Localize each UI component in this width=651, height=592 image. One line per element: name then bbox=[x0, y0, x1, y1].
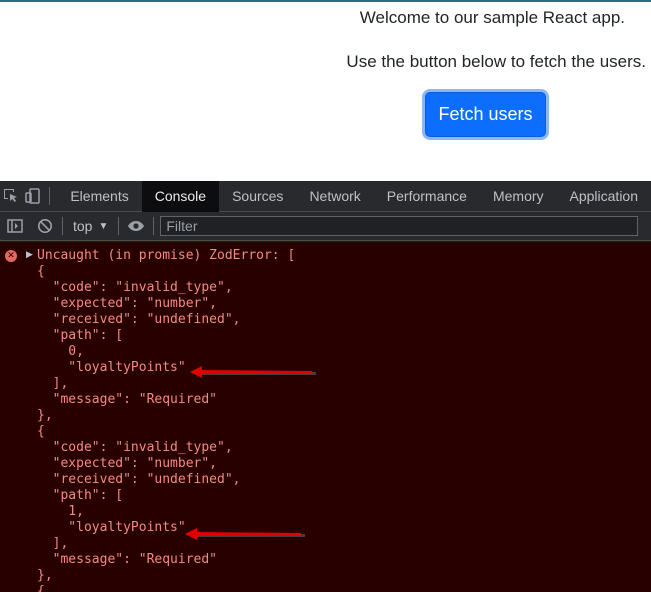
code-line: { bbox=[37, 584, 45, 592]
fetch-users-button[interactable]: Fetch users bbox=[422, 89, 549, 140]
code-line: "expected": "number", bbox=[37, 456, 218, 471]
inspect-element-icon[interactable] bbox=[0, 181, 22, 212]
code-line: { bbox=[37, 424, 45, 439]
toolbar-separator bbox=[62, 217, 63, 235]
code-line: "message": "Required" bbox=[37, 552, 218, 567]
code-line: "expected": "number", bbox=[37, 296, 218, 311]
code-line: "message": "Required" bbox=[37, 392, 218, 407]
code-line: "loyaltyPoints" bbox=[37, 520, 186, 535]
error-icon: ✕ bbox=[5, 250, 17, 262]
chevron-down-icon: ▼ bbox=[98, 220, 109, 232]
context-label: top bbox=[73, 218, 93, 234]
error-message-header[interactable]: Uncaught (in promise) ZodError: [ bbox=[37, 248, 295, 263]
welcome-text: Welcome to our sample React app. bbox=[359, 8, 625, 27]
react-app-page: Welcome to our sample React app. Use the… bbox=[0, 2, 651, 181]
tab-console[interactable]: Console bbox=[141, 180, 220, 212]
code-line: ], bbox=[37, 536, 69, 551]
filter-input[interactable] bbox=[160, 216, 639, 236]
devtools-tab-bar: Elements Console Sources Network Perform… bbox=[0, 180, 651, 212]
tab-application[interactable]: Application bbox=[557, 181, 651, 212]
console-output: ✕ ▶ Uncaught (in promise) ZodError: [ { … bbox=[0, 241, 651, 592]
code-line: { bbox=[37, 264, 45, 279]
code-line: }, bbox=[37, 408, 53, 423]
expand-triangle-icon[interactable]: ▶ bbox=[26, 249, 33, 260]
code-line: }, bbox=[37, 568, 53, 583]
code-line: "received": "undefined", bbox=[37, 312, 241, 327]
toolbar-separator bbox=[153, 217, 155, 235]
tab-network[interactable]: Network bbox=[296, 181, 373, 212]
code-line: "code": "invalid_type", bbox=[37, 440, 233, 455]
code-line: 0, bbox=[37, 344, 84, 359]
code-line: "path": [ bbox=[37, 488, 124, 503]
context-selector[interactable]: top ▼ bbox=[65, 212, 116, 241]
console-toolbar: top ▼ bbox=[0, 212, 651, 241]
code-line: "received": "undefined", bbox=[37, 472, 241, 487]
tab-sources[interactable]: Sources bbox=[219, 181, 296, 212]
code-line: "path": [ bbox=[37, 328, 124, 343]
device-toolbar-icon[interactable] bbox=[22, 181, 44, 212]
show-sidebar-icon[interactable] bbox=[0, 212, 30, 241]
code-line: "code": "invalid_type", bbox=[37, 280, 233, 295]
code-line: ], bbox=[37, 376, 69, 391]
live-expression-eye-icon[interactable] bbox=[121, 212, 151, 241]
tab-performance[interactable]: Performance bbox=[374, 181, 480, 212]
code-line: 1, bbox=[37, 504, 84, 519]
instructions-text: Use the button below to fetch the users. bbox=[346, 52, 646, 71]
clear-console-icon[interactable] bbox=[30, 212, 60, 241]
annotation-arrow-icon bbox=[190, 366, 316, 378]
annotation-arrow-icon bbox=[185, 528, 305, 540]
code-line: "loyaltyPoints" bbox=[37, 360, 186, 375]
tab-elements[interactable]: Elements bbox=[57, 181, 141, 212]
toolbar-separator bbox=[48, 187, 50, 205]
toolbar-separator bbox=[118, 217, 120, 235]
tab-memory[interactable]: Memory bbox=[480, 181, 557, 212]
